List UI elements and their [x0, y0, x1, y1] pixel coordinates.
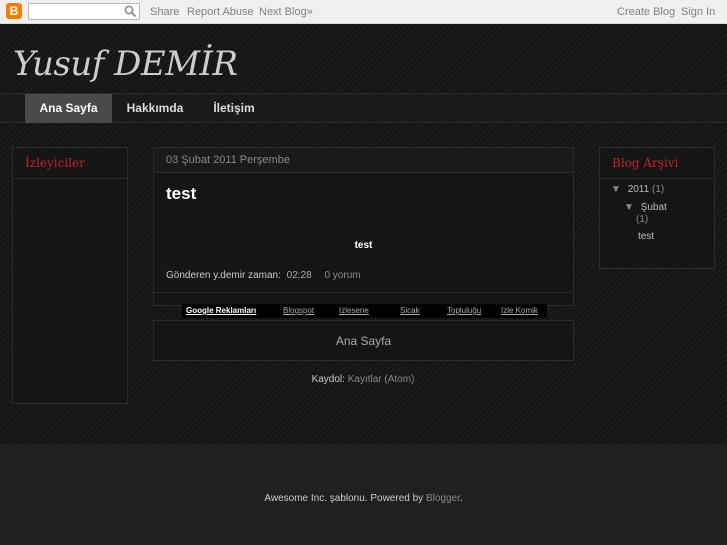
post-body: test [354, 240, 373, 251]
followers-widget: İzleyiciler [12, 147, 128, 404]
post-footer: Gönderen y.demir zaman: 02:28 0 yorum [166, 270, 361, 281]
ad-link-toplulugu[interactable]: Topluluğu [447, 304, 481, 318]
subscribe-line: Kaydol: Kayıtlar (Atom) [153, 374, 573, 385]
archive-month-count-row: (1) [636, 214, 648, 225]
post-divider [154, 292, 573, 293]
blogger-navbar: B Share Report Abuse Next Blog» Create B… [0, 0, 727, 24]
post-comments-link[interactable]: 0 yorum [324, 270, 360, 281]
google-ads-title[interactable]: Google Reklamları [186, 304, 256, 318]
followers-title: İzleyiciler [25, 156, 85, 170]
archive-post-row: test [638, 231, 654, 242]
widget-divider [13, 178, 127, 179]
subscribe-atom-link[interactable]: Kayıtlar (Atom) [348, 374, 415, 385]
archive-year-link[interactable]: 2011 [628, 184, 650, 195]
footer-template-text: Awesome Inc. şablonu. Powered by [264, 493, 424, 504]
sign-in-link[interactable]: Sign In [681, 6, 715, 18]
search-input[interactable] [28, 3, 140, 20]
blog-post: 03 Şubat 2011 Perşembe test test Göndere… [153, 147, 574, 318]
expand-triangle-icon[interactable]: ▼ [624, 202, 634, 213]
blog-title[interactable]: Yusuf DEMİR [13, 44, 238, 84]
post-time-link[interactable]: 02:28 [287, 270, 312, 281]
next-blog-link[interactable]: Next Blog» [259, 6, 313, 18]
post-author-line: Gönderen y.demir zaman: [166, 270, 281, 281]
footer-period: . [459, 493, 463, 504]
tab-hakkimda[interactable]: Hakkımda [112, 94, 198, 123]
expand-triangle-icon[interactable]: ▼ [611, 184, 621, 195]
search-icon[interactable] [124, 5, 137, 18]
blogger-logo-icon[interactable]: B [6, 3, 22, 19]
page-tabs: Ana Sayfa Hakkımda İletişim [0, 93, 727, 123]
tab-ana-sayfa[interactable]: Ana Sayfa [25, 94, 112, 123]
blog-archive-title: Blog Arşivi [612, 156, 679, 170]
blog-header: Yusuf DEMİR [0, 24, 727, 93]
archive-year-row: ▼ 2011 (1) [611, 184, 664, 195]
footer-attribution: Awesome Inc. şablonu. Powered by Blogger… [0, 493, 727, 504]
tab-iletisim[interactable]: İletişim [198, 94, 270, 123]
home-link[interactable]: Ana Sayfa [336, 334, 391, 348]
widget-divider [600, 178, 714, 179]
archive-month-count: (1) [636, 214, 649, 225]
report-abuse-link[interactable]: Report Abuse [187, 6, 254, 18]
ad-link-izlesene[interactable]: Izlesene [339, 304, 369, 318]
archive-month-link[interactable]: Şubat [641, 202, 667, 213]
footer-blogger-link[interactable]: Blogger [426, 493, 460, 504]
ad-link-sicak[interactable]: Sicak [400, 304, 420, 318]
post-title[interactable]: test [166, 184, 196, 204]
ad-link-izle-komik[interactable]: Izle Komik [501, 304, 538, 318]
share-link[interactable]: Share [150, 6, 179, 18]
post-date: 03 Şubat 2011 Perşembe [154, 148, 573, 173]
archive-year-count: (1) [651, 184, 665, 195]
create-blog-link[interactable]: Create Blog [617, 6, 675, 18]
subscribe-label: Kaydol: [311, 374, 345, 385]
home-link-box: Ana Sayfa [153, 320, 574, 361]
archive-post-link[interactable]: test [638, 231, 654, 242]
page-footer: Awesome Inc. şablonu. Powered by Blogger… [0, 444, 727, 545]
google-ads-bar: Google Reklamları Blogspot Izlesene Sica… [182, 304, 547, 318]
archive-month-row: ▼ Şubat [624, 202, 667, 213]
ad-link-blogspot[interactable]: Blogspot [283, 304, 314, 318]
